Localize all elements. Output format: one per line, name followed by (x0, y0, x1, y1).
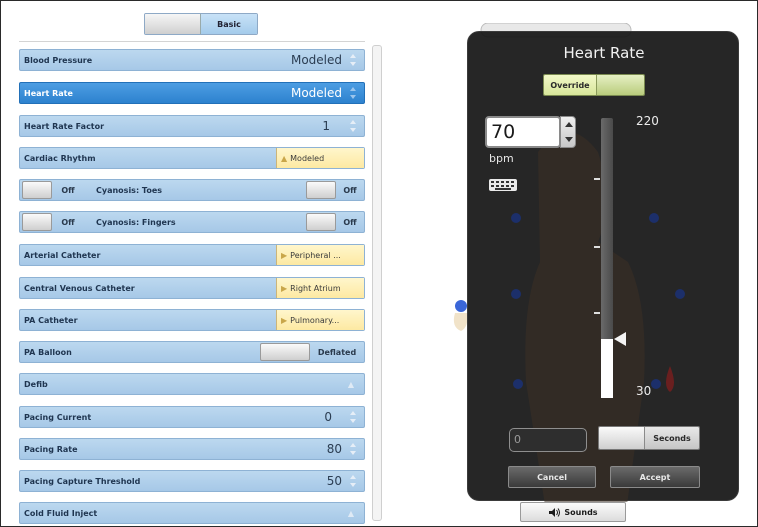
increment-icon[interactable] (565, 122, 573, 127)
keyboard-icon[interactable] (488, 178, 518, 192)
param-row-cold-fluid-inject[interactable]: Cold Fluid Inject ▲ (19, 502, 365, 524)
spinner-arrows-icon[interactable] (348, 86, 358, 100)
toggle-knob[interactable] (22, 213, 52, 231)
sounds-button[interactable]: Sounds (520, 502, 626, 522)
select-value: Pulmonary... (290, 315, 340, 325)
spinner-arrows-icon[interactable] (348, 474, 358, 488)
decrement-icon[interactable] (565, 137, 573, 142)
triangle-up-icon: ▲ (281, 153, 288, 163)
select-value: Peripheral ... (290, 250, 341, 260)
triangle-right-icon: ▶ (281, 283, 288, 293)
triangle-up-icon: ▲ (347, 379, 354, 389)
param-label: Defib (24, 379, 48, 389)
basic-mode-toggle[interactable]: Basic (144, 13, 258, 35)
toggle-knob[interactable] (22, 181, 52, 199)
slider-tick (594, 246, 600, 248)
param-label: Arterial Catheter (24, 250, 101, 260)
heart-rate-stepper[interactable] (560, 116, 576, 148)
toggle-knob[interactable] (260, 343, 310, 361)
cardiac-rhythm-select[interactable]: ▲ Modeled (276, 148, 364, 168)
param-row-heart-rate[interactable]: Heart Rate Modeled (19, 82, 365, 104)
param-label: Cyanosis: Toes (96, 185, 163, 195)
param-label: Heart Rate (24, 88, 73, 98)
arterial-catheter-select[interactable]: ▶ Peripheral ... (276, 245, 364, 265)
cancel-button[interactable]: Cancel (508, 466, 596, 488)
speaker-icon (549, 507, 561, 517)
heart-rate-dialog: Heart Rate Override 70 bpm 220 30 0 Seco… (467, 31, 739, 502)
slider-min-label: 30 (636, 384, 652, 398)
seconds-label: Seconds (645, 427, 699, 449)
param-row-defib[interactable]: Defib ▲ (19, 373, 365, 395)
param-row-cardiac-rhythm[interactable]: Cardiac Rhythm ▲ Modeled (19, 147, 365, 169)
param-row-pa-catheter[interactable]: PA Catheter ▶ Pulmonary... (19, 309, 365, 331)
param-value: Modeled (290, 86, 342, 100)
select-value: Modeled (290, 153, 325, 163)
param-label: Heart Rate Factor (24, 121, 105, 131)
param-value: 1 (322, 119, 330, 133)
toggle-value-left: Off (61, 217, 75, 227)
spinner-arrows-icon[interactable] (348, 119, 358, 133)
slider-fill (601, 339, 613, 398)
toggle-value-right: Off (343, 217, 357, 227)
param-row-pa-balloon[interactable]: PA Balloon Deflated (19, 341, 365, 363)
override-label: Override (544, 75, 596, 95)
param-row-arterial-catheter[interactable]: Arterial Catheter ▶ Peripheral ... (19, 244, 365, 266)
app-window: Basic Blood Pressure Modeled Heart Rate … (0, 0, 758, 527)
slider-thumb[interactable] (614, 332, 626, 346)
param-row-pacing-rate[interactable]: Pacing Rate 80 (19, 438, 365, 460)
unit-label: bpm (489, 152, 514, 165)
list-scrollbar[interactable] (372, 45, 382, 521)
toggle-value-right: Off (343, 185, 357, 195)
param-label: Cyanosis: Fingers (96, 217, 176, 227)
toggle-knob (145, 14, 201, 34)
param-row-pacing-current[interactable]: Pacing Current 0 (19, 406, 365, 428)
param-row-heart-rate-factor[interactable]: Heart Rate Factor 1 (19, 115, 365, 137)
param-label: Cardiac Rhythm (24, 153, 96, 163)
basic-toggle-label: Basic (201, 14, 257, 34)
sounds-label: Sounds (564, 507, 598, 517)
param-label: Pacing Capture Threshold (24, 476, 141, 486)
slider-max-label: 220 (636, 114, 659, 128)
param-row-cyanosis-fingers: Off Cyanosis: Fingers Off (19, 211, 365, 233)
toggle-value-left: Off (61, 185, 75, 195)
pa-catheter-select[interactable]: ▶ Pulmonary... (276, 310, 364, 330)
dialog-title: Heart Rate (563, 44, 645, 62)
toggle-knob[interactable] (306, 181, 336, 199)
triangle-up-icon: ▲ (347, 508, 354, 518)
param-row-central-venous-catheter[interactable]: Central Venous Catheter ▶ Right Atrium (19, 277, 365, 299)
spinner-arrows-icon[interactable] (348, 53, 358, 67)
param-value: 0 (324, 410, 332, 424)
param-label: PA Catheter (24, 315, 78, 325)
seconds-input[interactable]: 0 (509, 428, 587, 452)
param-row-blood-pressure[interactable]: Blood Pressure Modeled (19, 49, 365, 71)
spinner-arrows-icon[interactable] (348, 410, 358, 424)
slider-tick (594, 178, 600, 180)
param-value: Modeled (290, 53, 342, 67)
select-value: Right Atrium (290, 283, 341, 293)
param-label: Cold Fluid Inject (24, 508, 98, 518)
heart-rate-value-input[interactable]: 70 (485, 116, 561, 148)
toggle-knob (599, 427, 645, 449)
param-value: 50 (326, 474, 342, 488)
param-value: 80 (326, 442, 342, 456)
param-label: PA Balloon (24, 347, 72, 357)
divider (19, 41, 365, 42)
override-toggle[interactable]: Override (543, 74, 645, 96)
param-row-cyanosis-toes: Off Cyanosis: Toes Off (19, 179, 365, 201)
triangle-right-icon: ▶ (281, 315, 288, 325)
seconds-toggle[interactable]: Seconds (598, 426, 700, 450)
toggle-knob[interactable] (306, 213, 336, 231)
param-row-pacing-capture-threshold[interactable]: Pacing Capture Threshold 50 (19, 470, 365, 492)
param-label: Pacing Rate (24, 444, 78, 454)
slider-tick (594, 312, 600, 314)
param-label: Central Venous Catheter (24, 283, 135, 293)
toggle-knob (596, 75, 644, 95)
accept-button[interactable]: Accept (610, 466, 700, 488)
param-label: Blood Pressure (24, 55, 93, 65)
param-label: Pacing Current (24, 412, 92, 422)
triangle-right-icon: ▶ (281, 250, 288, 260)
toggle-value: Deflated (317, 347, 357, 357)
cvc-select[interactable]: ▶ Right Atrium (276, 278, 364, 298)
spinner-arrows-icon[interactable] (348, 442, 358, 456)
